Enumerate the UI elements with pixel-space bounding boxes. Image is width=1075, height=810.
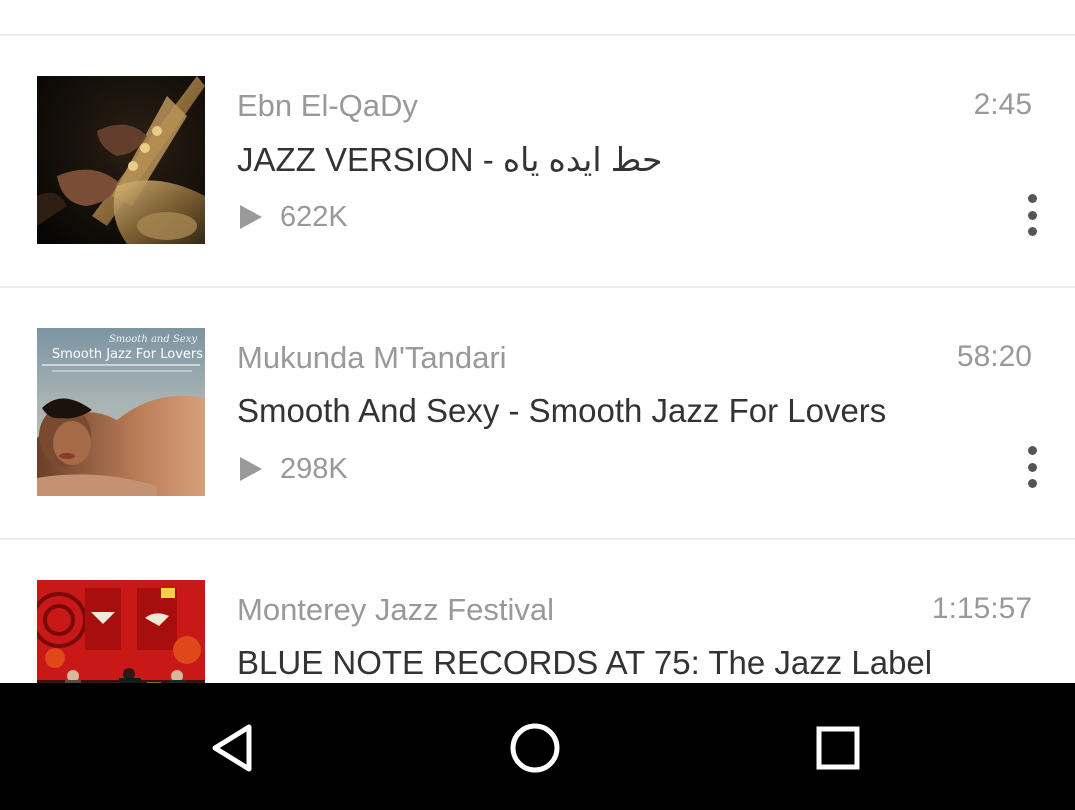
- track-title[interactable]: Smooth And Sexy - Smooth Jazz For Lovers: [237, 392, 886, 430]
- recents-square-shape: [816, 726, 860, 770]
- saxophone-artwork-image: [37, 76, 205, 244]
- track-row[interactable]: Ebn El-QaDy 2:45 JAZZ VERSION - حط ايده …: [0, 36, 1075, 286]
- more-dot: [1027, 210, 1037, 220]
- home-circle-shape: [510, 723, 560, 773]
- app-screen: Ebn El-QaDy 2:45 JAZZ VERSION - حط ايده …: [0, 0, 1075, 810]
- track-duration: 1:15:57: [931, 592, 1032, 625]
- track-artist: Ebn El-QaDy: [237, 88, 418, 123]
- smooth-jazz-artwork-image: Smooth and Sexy Smooth Jazz For Lovers: [37, 328, 205, 496]
- more-dot: [1027, 194, 1037, 203]
- back-triangle-icon[interactable]: [187, 703, 277, 793]
- festival-stage-artwork-image: [37, 580, 205, 683]
- track-artist: Mukunda M'Tandari: [237, 340, 507, 375]
- play-count: 298K: [237, 452, 348, 486]
- track-artwork-saxophone: [37, 76, 205, 244]
- track-artist: Monterey Jazz Festival: [237, 592, 554, 627]
- track-duration: 2:45: [973, 88, 1032, 121]
- recents-square-icon[interactable]: [793, 703, 883, 793]
- home-circle-icon[interactable]: [490, 703, 580, 793]
- artwork-script-text: Smooth and Sexy: [109, 334, 197, 345]
- more-dot: [1027, 446, 1037, 455]
- track-artwork-festival: [37, 580, 205, 683]
- track-row[interactable]: Monterey Jazz Festival 1:15:57 BLUE NOTE…: [0, 540, 1075, 683]
- more-dot: [1027, 479, 1037, 488]
- play-icon: [240, 457, 262, 481]
- artwork-caption-text: Smooth Jazz For Lovers: [52, 347, 203, 362]
- more-vert-icon[interactable]: [1025, 194, 1039, 236]
- track-list: Ebn El-QaDy 2:45 JAZZ VERSION - حط ايده …: [0, 0, 1075, 683]
- more-vert-icon[interactable]: [1025, 446, 1039, 488]
- track-title[interactable]: JAZZ VERSION - حط ايده ياه: [237, 140, 662, 179]
- play-count-value: 622K: [280, 200, 348, 233]
- track-artwork-smooth-jazz: Smooth and Sexy Smooth Jazz For Lovers: [37, 328, 205, 496]
- play-count: 622K: [237, 200, 348, 234]
- play-count-value: 298K: [280, 452, 348, 485]
- play-icon: [240, 205, 262, 229]
- track-duration: 58:20: [956, 340, 1032, 373]
- track-title[interactable]: BLUE NOTE RECORDS AT 75: The Jazz Label: [237, 644, 932, 682]
- more-dot: [1027, 227, 1037, 236]
- more-dot: [1027, 462, 1037, 472]
- back-triangle-shape: [212, 724, 252, 772]
- track-row[interactable]: Smooth and Sexy Smooth Jazz For Lovers M…: [0, 288, 1075, 538]
- system-nav-bar: [0, 683, 1075, 810]
